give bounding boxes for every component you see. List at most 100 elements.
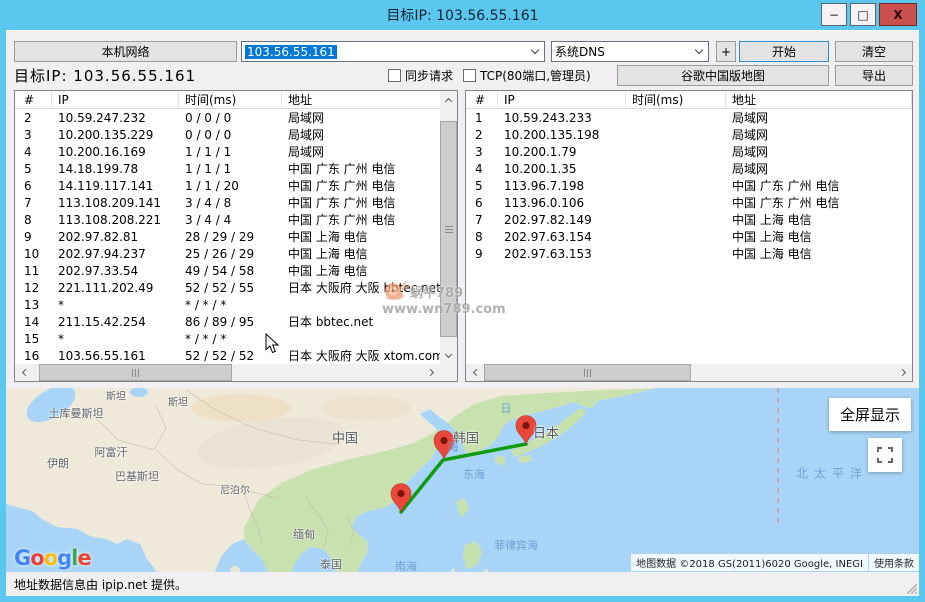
google-logo-letter: G <box>14 546 30 570</box>
cell-address: 中国 上海 电信 <box>282 228 440 245</box>
cell-index: 9 <box>466 247 498 261</box>
table-row[interactable]: 110.59.243.233局域网 <box>466 109 912 126</box>
cell-address: 局域网 <box>282 143 440 160</box>
table-row[interactable]: 514.18.199.781 / 1 / 1中国 广东 广州 电信 <box>15 160 440 177</box>
checkbox-icon[interactable] <box>388 69 401 82</box>
horizontal-scrollbar[interactable] <box>15 364 440 381</box>
fullscreen-button[interactable]: 全屏显示 <box>829 398 911 431</box>
cell-index: 6 <box>15 179 52 193</box>
cell-ip: 14.119.117.141 <box>52 179 179 193</box>
cell-index: 7 <box>466 213 498 227</box>
google-logo-letter: e <box>77 546 90 570</box>
cell-address: 局域网 <box>726 126 912 143</box>
table-row[interactable]: 10202.97.94.23725 / 26 / 29中国 上海 电信 <box>15 245 440 262</box>
table-row[interactable]: 8113.108.208.2213 / 4 / 4中国 广东 广州 电信 <box>15 211 440 228</box>
dns-combobox[interactable]: 系统DNS <box>551 41 709 62</box>
table-row[interactable]: 15** / * / * <box>15 330 440 347</box>
table-row[interactable]: 14211.15.42.25486 / 89 / 95日本 bbtec.net <box>15 313 440 330</box>
table-row[interactable]: 8202.97.63.154中国 上海 电信 <box>466 228 912 245</box>
target-ip-combobox[interactable]: 103.56.55.161 <box>241 41 545 62</box>
table-row[interactable]: 310.200.135.2290 / 0 / 0局域网 <box>15 126 440 143</box>
cell-index: 15 <box>15 332 52 346</box>
scroll-left-button[interactable] <box>466 364 483 381</box>
column-header-address[interactable]: 地址 <box>282 91 442 108</box>
cell-ip: 202.97.33.54 <box>52 264 179 278</box>
cell-index: 8 <box>15 213 52 227</box>
cell-ip: 202.97.82.81 <box>52 230 179 244</box>
column-header-index[interactable]: # <box>15 91 52 108</box>
minimize-button[interactable]: − <box>821 3 847 26</box>
export-button[interactable]: 导出 <box>835 65 913 86</box>
table-row[interactable]: 210.200.135.198局域网 <box>466 126 912 143</box>
cell-address: 局域网 <box>726 160 912 177</box>
column-header-address[interactable]: 地址 <box>726 91 912 108</box>
cell-time: 1 / 1 / 20 <box>179 179 282 193</box>
chevron-down-icon[interactable] <box>690 42 708 61</box>
map-label: 阿富汗 <box>95 444 128 460</box>
terms-link[interactable]: 使用条款 <box>869 554 919 571</box>
cell-address: 中国 广东 广州 电信 <box>726 194 912 211</box>
sync-request-checkbox[interactable]: 同步请求 <box>388 67 453 84</box>
cell-address: 中国 广东 广州 电信 <box>282 194 440 211</box>
cell-ip: 10.59.243.233 <box>498 111 626 125</box>
table-row[interactable]: 16103.56.55.16152 / 52 / 52日本 大阪府 大阪 xto… <box>15 347 440 364</box>
scroll-right-button[interactable] <box>423 364 440 381</box>
scroll-left-button[interactable] <box>15 364 32 381</box>
cell-time: 0 / 0 / 0 <box>179 128 282 142</box>
table-row[interactable]: 11202.97.33.5449 / 54 / 58中国 上海 电信 <box>15 262 440 279</box>
scroll-up-button[interactable] <box>440 91 457 108</box>
table-row[interactable]: 310.200.1.79局域网 <box>466 143 912 160</box>
cell-ip: * <box>52 332 179 346</box>
table-row[interactable]: 5113.96.7.198中国 广东 广州 电信 <box>466 177 912 194</box>
cell-ip: 113.108.208.221 <box>52 213 179 227</box>
watermark-line1: 蜗牛789 <box>410 282 463 301</box>
table-row[interactable]: 210.59.247.2320 / 0 / 0局域网 <box>15 109 440 126</box>
table-row[interactable]: 12221.111.202.4952 / 52 / 55日本 大阪府 大阪 bb… <box>15 279 440 296</box>
column-header-time[interactable]: 时间(ms) <box>626 91 726 108</box>
table-row[interactable]: 13** / * / * <box>15 296 440 313</box>
clear-button[interactable]: 清空 <box>835 41 913 62</box>
vertical-scrollbar[interactable] <box>440 91 457 364</box>
close-button[interactable]: X <box>879 3 917 26</box>
cell-time: 52 / 52 / 55 <box>179 281 282 295</box>
column-header-ip[interactable]: IP <box>498 91 626 108</box>
google-logo-letter: o <box>30 546 43 570</box>
horizontal-scrollbar[interactable] <box>466 364 912 381</box>
cell-time: 49 / 54 / 58 <box>179 264 282 278</box>
google-china-map-button[interactable]: 谷歌中国版地图 <box>617 65 829 86</box>
cell-index: 8 <box>466 230 498 244</box>
table-row[interactable]: 7202.97.82.149中国 上海 电信 <box>466 211 912 228</box>
cell-address: 日本 大阪府 大阪 xtom.com <box>282 347 440 364</box>
start-button[interactable]: 开始 <box>739 41 829 62</box>
checkbox-icon[interactable] <box>463 69 476 82</box>
route-map[interactable]: 斯坦斯坦土库曼斯坦伊朗阿富汗巴基斯坦尼泊尔中国韩国日本缅甸泰国日海东海南海菲律宾… <box>6 388 919 572</box>
tcp-checkbox[interactable]: TCP(80端口,管理员) <box>463 67 591 84</box>
cell-ip: 202.97.82.149 <box>498 213 626 227</box>
scroll-down-button[interactable] <box>440 347 457 364</box>
maximize-button[interactable]: □ <box>850 3 876 26</box>
fullscreen-toggle-button[interactable] <box>868 438 902 472</box>
add-target-button[interactable]: + <box>716 41 736 62</box>
table-row[interactable]: 410.200.16.1691 / 1 / 1局域网 <box>15 143 440 160</box>
cell-ip: 211.15.42.254 <box>52 315 179 329</box>
column-header-time[interactable]: 时间(ms) <box>179 91 282 108</box>
table-row[interactable]: 9202.97.82.8128 / 29 / 29中国 上海 电信 <box>15 228 440 245</box>
scrollbar-thumb[interactable] <box>484 364 691 381</box>
column-header-ip[interactable]: IP <box>52 91 179 108</box>
table-row[interactable]: 410.200.1.35局域网 <box>466 160 912 177</box>
cell-address: 中国 上海 电信 <box>282 245 440 262</box>
table-row[interactable]: 7113.108.209.1413 / 4 / 8中国 广东 广州 电信 <box>15 194 440 211</box>
table-row[interactable]: 9202.97.63.153中国 上海 电信 <box>466 245 912 262</box>
chevron-down-icon[interactable] <box>526 42 544 61</box>
google-logo[interactable]: Google <box>14 546 91 570</box>
cell-address: 局域网 <box>282 109 440 126</box>
resize-grip-icon[interactable] <box>904 581 917 594</box>
scroll-right-button[interactable] <box>895 364 912 381</box>
map-label: 海 <box>448 439 459 455</box>
table-row[interactable]: 6113.96.0.106中国 广东 广州 电信 <box>466 194 912 211</box>
table-row[interactable]: 614.119.117.1411 / 1 / 20中国 广东 广州 电信 <box>15 177 440 194</box>
column-header-index[interactable]: # <box>466 91 498 108</box>
title-bar[interactable]: 目标IP: 103.56.55.161 − □ X <box>0 0 925 30</box>
scrollbar-thumb[interactable] <box>39 364 232 381</box>
local-network-button[interactable]: 本机网络 <box>14 41 237 62</box>
